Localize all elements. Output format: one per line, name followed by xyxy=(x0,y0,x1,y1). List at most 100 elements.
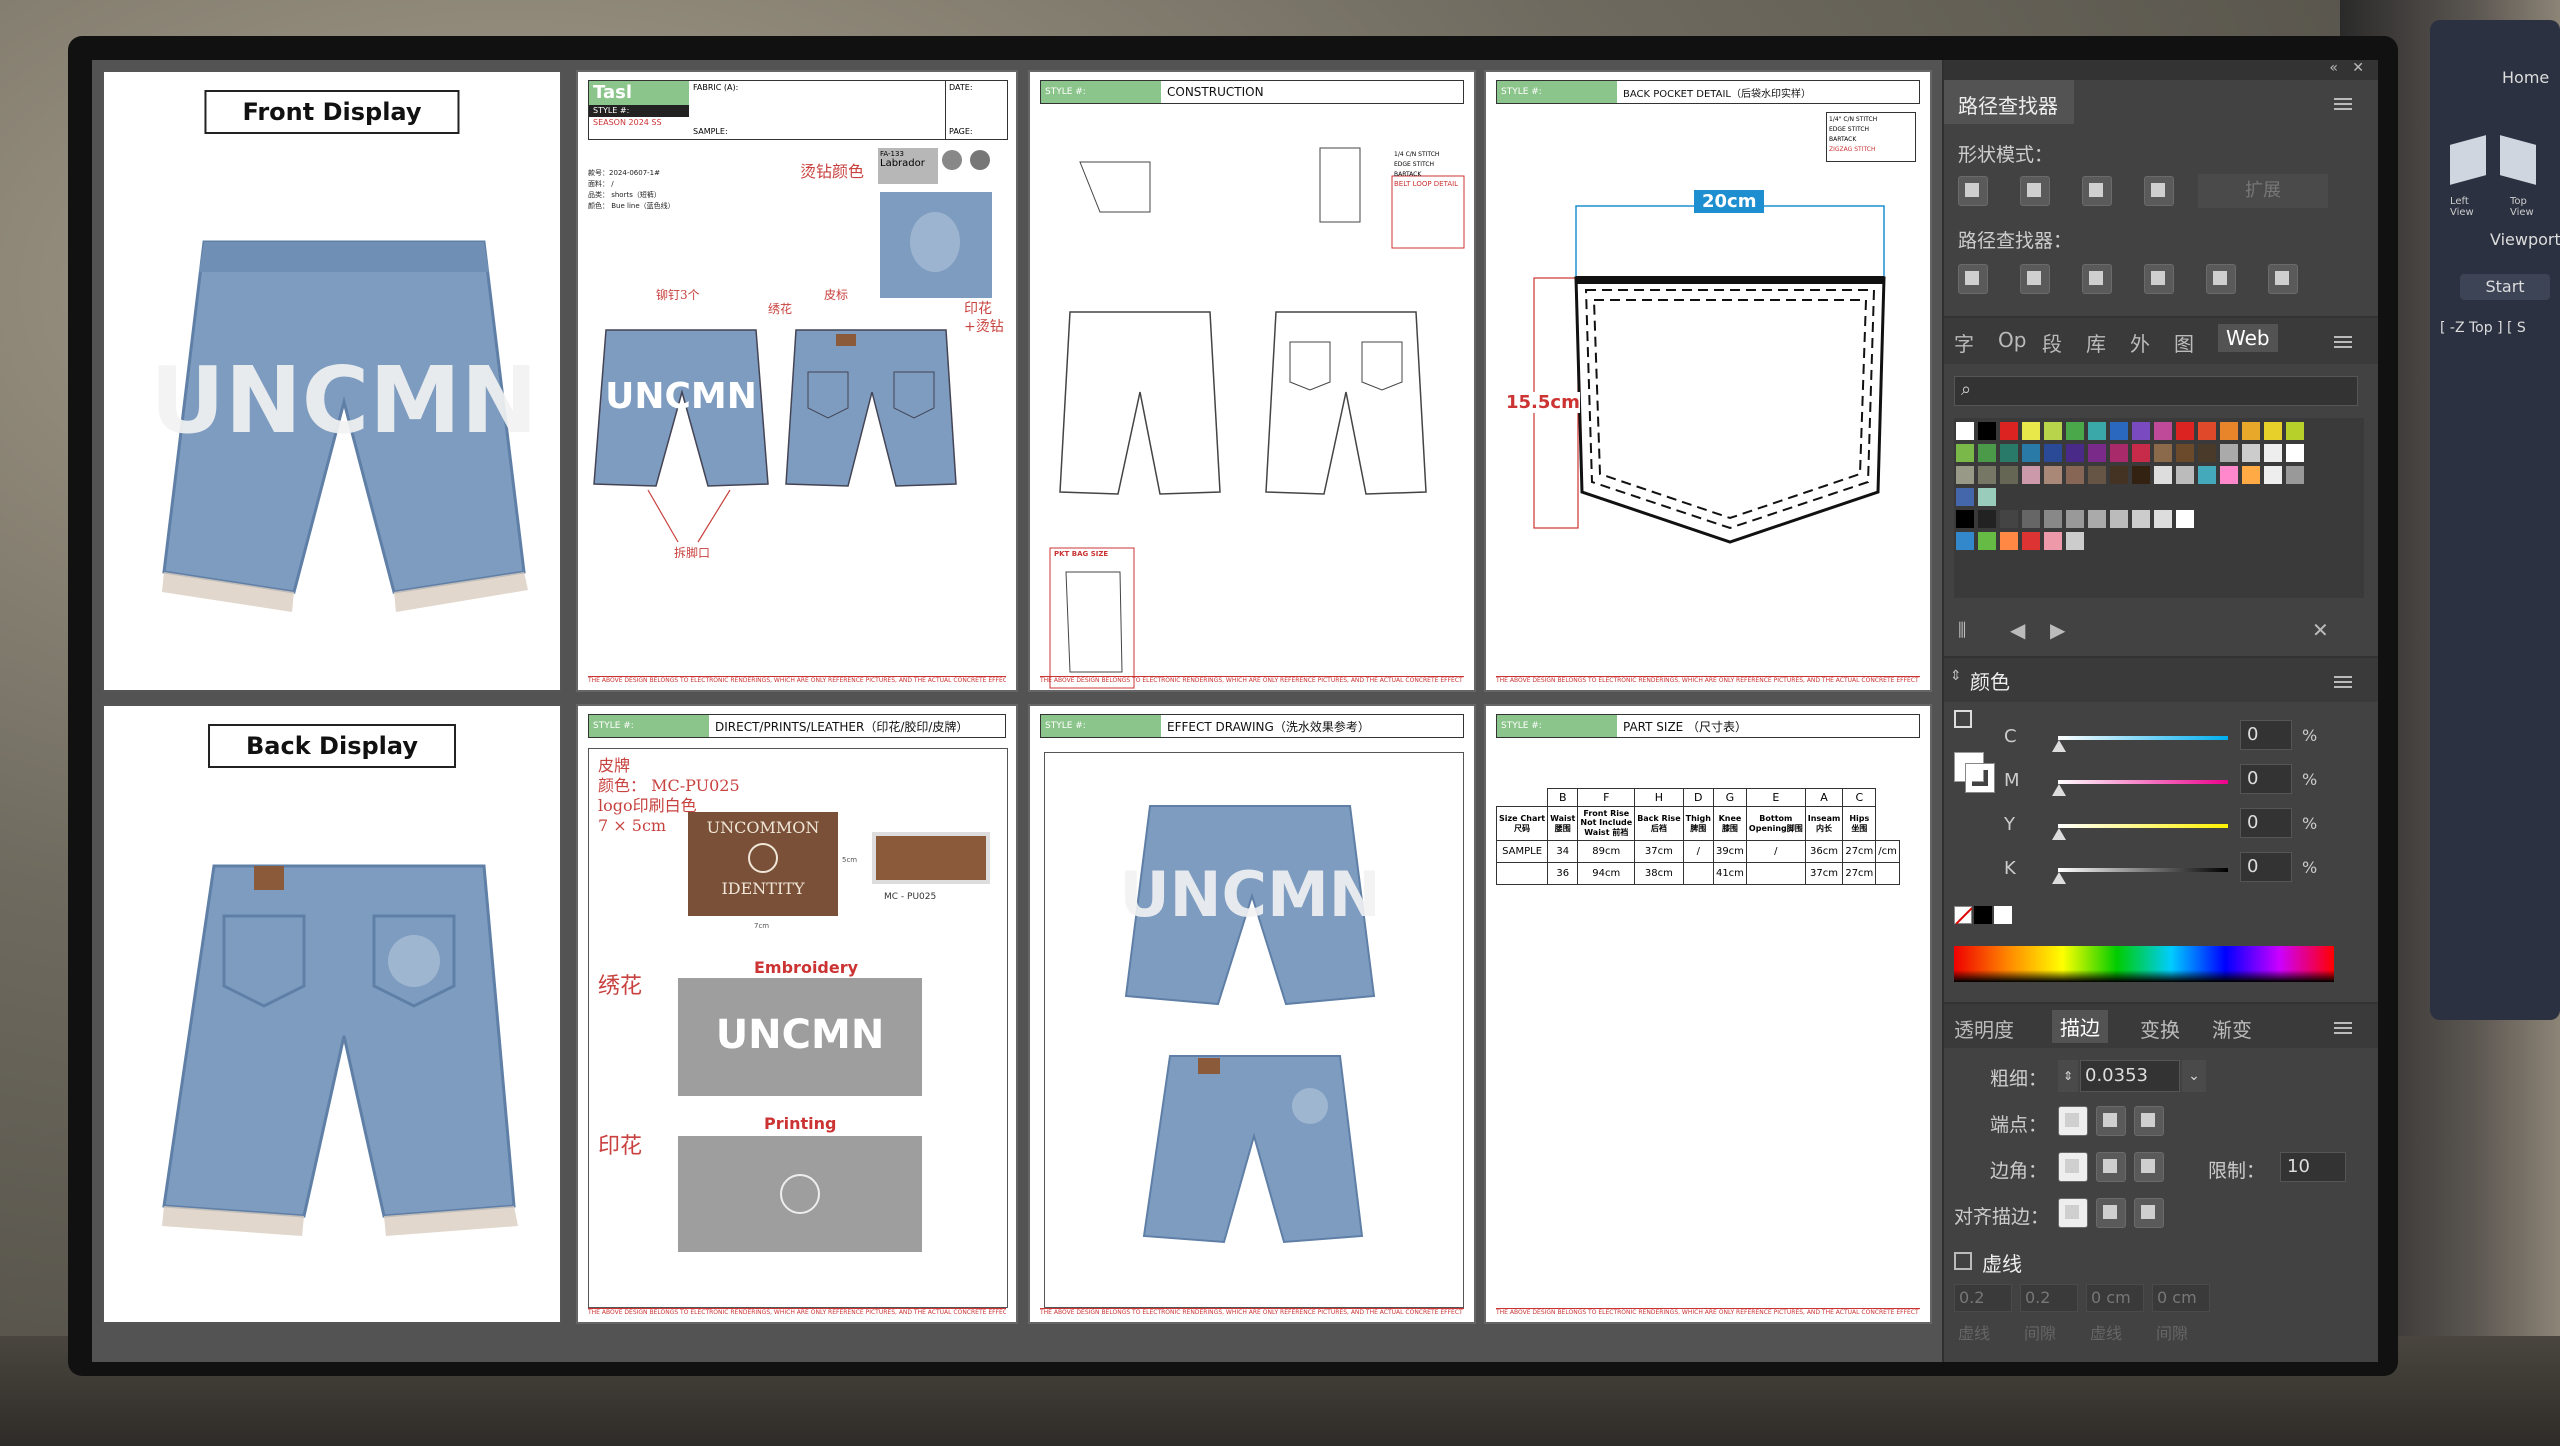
cmyk-slider-handle[interactable] xyxy=(2052,784,2066,796)
color-swatch[interactable] xyxy=(2242,444,2260,462)
tab-4[interactable]: 外 xyxy=(2130,328,2150,357)
stroke-tab-2[interactable]: 变换 xyxy=(2140,1014,2180,1043)
color-swatch[interactable] xyxy=(2220,422,2238,440)
artboard-canvas[interactable]: Front Display UNCMN Back Display Tasl ST… xyxy=(92,60,1942,1362)
color-swatch[interactable] xyxy=(1956,466,1974,484)
color-swatch[interactable] xyxy=(2176,444,2194,462)
color-swatch[interactable] xyxy=(1978,466,1996,484)
panel-menu-icon[interactable] xyxy=(2334,336,2352,348)
swatch-tools-icon[interactable]: ✕ xyxy=(2312,618,2329,642)
color-swatch[interactable] xyxy=(1956,422,1974,440)
none-color-swatch[interactable] xyxy=(1954,906,1973,925)
tech-sheet-overview[interactable]: Tasl Brand STYLE #: SEASON 2024 SS FABRI… xyxy=(576,70,1018,692)
color-swatch[interactable] xyxy=(2000,422,2018,440)
prints-leather-sheet[interactable]: STYLE #: DIRECT/PRINTS/LEATHER（印花/胶印/皮牌）… xyxy=(576,704,1018,1324)
prev-swatch-icon[interactable]: ◀ xyxy=(2010,618,2025,642)
color-swatch[interactable] xyxy=(2176,510,2194,528)
trim-button[interactable] xyxy=(2020,264,2050,294)
tab-3[interactable]: 库 xyxy=(2086,328,2106,357)
color-swatch[interactable] xyxy=(2264,444,2282,462)
cmyk-slider-track[interactable] xyxy=(2058,868,2228,872)
color-swatch[interactable] xyxy=(2000,532,2018,550)
color-swatch[interactable] xyxy=(2088,466,2106,484)
color-swatch[interactable] xyxy=(2110,510,2128,528)
dash-input[interactable]: 0 cm xyxy=(2152,1284,2210,1312)
miter-join-button[interactable] xyxy=(2058,1152,2088,1182)
panel-menu-icon[interactable] xyxy=(2334,1022,2352,1034)
color-swatch[interactable] xyxy=(2088,444,2106,462)
color-swatch[interactable] xyxy=(2066,422,2084,440)
minus-back-button[interactable] xyxy=(2268,264,2298,294)
color-swatch[interactable] xyxy=(2044,444,2062,462)
color-swatch[interactable] xyxy=(2110,444,2128,462)
color-swatch[interactable] xyxy=(1978,488,1996,506)
stroke-color-box[interactable] xyxy=(1965,763,1995,793)
cmyk-slider-handle[interactable] xyxy=(2052,828,2066,840)
chevron-updown-icon[interactable]: ⇕ xyxy=(1950,668,1962,684)
collapse-icon[interactable]: « xyxy=(2329,60,2338,76)
tab-6[interactable]: Web xyxy=(2218,324,2278,352)
color-swatch[interactable] xyxy=(2154,444,2172,462)
intersect-button[interactable] xyxy=(2082,176,2112,206)
color-swatch[interactable] xyxy=(2154,466,2172,484)
color-swatch[interactable] xyxy=(2220,466,2238,484)
color-swatch[interactable] xyxy=(2000,466,2018,484)
color-swatch[interactable] xyxy=(2044,532,2062,550)
dash-input[interactable]: 0.2 xyxy=(1954,1284,2012,1312)
crop-button[interactable] xyxy=(2144,264,2174,294)
tab-2[interactable]: 段 xyxy=(2042,328,2062,357)
color-swatch[interactable] xyxy=(1956,532,1974,550)
color-swatch[interactable] xyxy=(2044,466,2062,484)
color-swatch[interactable] xyxy=(2286,466,2304,484)
color-swatch[interactable] xyxy=(2044,422,2062,440)
color-swatch[interactable] xyxy=(2132,466,2150,484)
color-swatch[interactable] xyxy=(2220,444,2238,462)
color-swatch[interactable] xyxy=(2022,466,2040,484)
color-swatch[interactable] xyxy=(2132,444,2150,462)
color-swatch[interactable] xyxy=(2066,510,2084,528)
color-swatch[interactable] xyxy=(2066,444,2084,462)
cmyk-value-input[interactable]: 0 xyxy=(2240,808,2292,838)
color-swatch[interactable] xyxy=(2154,510,2172,528)
color-swatch[interactable] xyxy=(2132,422,2150,440)
tab-1[interactable]: Op xyxy=(1998,328,2026,352)
color-spectrum[interactable] xyxy=(1954,946,2334,982)
color-swatch[interactable] xyxy=(2066,466,2084,484)
dashed-checkbox[interactable] xyxy=(1954,1252,1972,1270)
color-swatch[interactable] xyxy=(2176,466,2194,484)
cmyk-slider-track[interactable] xyxy=(2058,824,2228,828)
divide-button[interactable] xyxy=(1958,264,1988,294)
panel-menu-icon[interactable] xyxy=(2334,98,2352,110)
black-swatch[interactable] xyxy=(1974,906,1992,924)
color-swatch[interactable] xyxy=(2022,444,2040,462)
color-swatch[interactable] xyxy=(2286,444,2304,462)
color-swatch[interactable] xyxy=(2198,466,2216,484)
dash-input[interactable]: 0 cm xyxy=(2086,1284,2144,1312)
color-swatch[interactable] xyxy=(2110,466,2128,484)
bevel-join-button[interactable] xyxy=(2134,1152,2164,1182)
unite-button[interactable] xyxy=(1958,176,1988,206)
cmyk-slider-handle[interactable] xyxy=(2052,872,2066,884)
exclude-button[interactable] xyxy=(2144,176,2174,206)
color-swatch[interactable] xyxy=(2110,422,2128,440)
align-center-button[interactable] xyxy=(2058,1198,2088,1228)
color-swatch[interactable] xyxy=(2264,466,2282,484)
round-cap-button[interactable] xyxy=(2096,1106,2126,1136)
back-display-artboard[interactable]: Back Display xyxy=(102,704,562,1324)
swatch-grid[interactable] xyxy=(1954,418,2364,598)
color-swatch[interactable] xyxy=(2286,422,2304,440)
cmyk-value-input[interactable]: 0 xyxy=(2240,764,2292,794)
color-swatch[interactable] xyxy=(2022,422,2040,440)
front-display-artboard[interactable]: Front Display UNCMN xyxy=(102,70,562,692)
color-swatch[interactable] xyxy=(2154,422,2172,440)
start-button[interactable]: Start xyxy=(2460,274,2550,300)
color-swatch[interactable] xyxy=(1956,488,1974,506)
cmyk-value-input[interactable]: 0 xyxy=(2240,852,2292,882)
align-inside-button[interactable] xyxy=(2096,1198,2126,1228)
stroke-tab-3[interactable]: 渐变 xyxy=(2212,1014,2252,1043)
color-swatch[interactable] xyxy=(2022,510,2040,528)
panel-menu-icon[interactable] xyxy=(2334,676,2352,688)
close-icon[interactable]: ✕ xyxy=(2352,60,2364,76)
color-swatch[interactable] xyxy=(2198,444,2216,462)
tab-0[interactable]: 字 xyxy=(1954,328,1974,357)
